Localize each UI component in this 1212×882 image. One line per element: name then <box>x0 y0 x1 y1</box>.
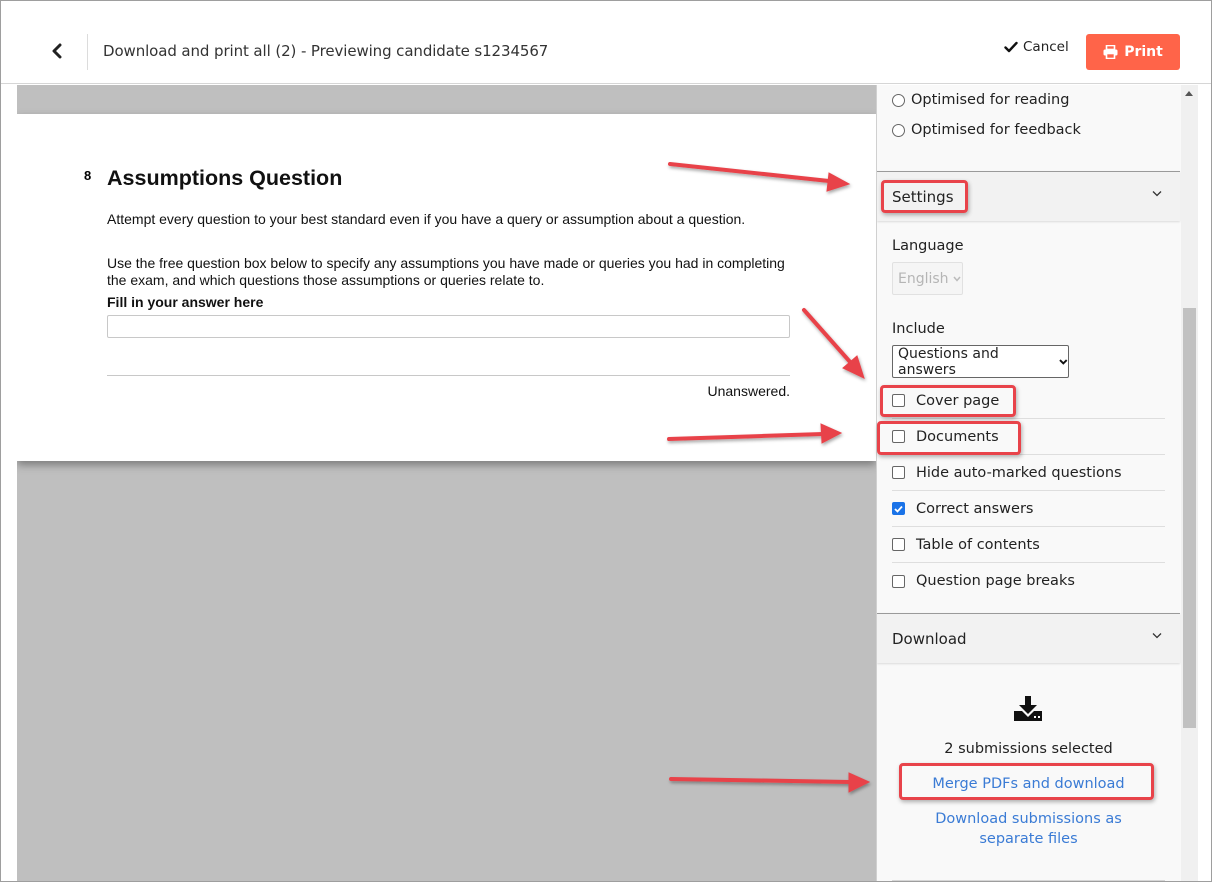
app-window: Download and print all (2) - Previewing … <box>0 0 1212 882</box>
checkbox[interactable] <box>892 430 905 443</box>
preview-page: 8 Assumptions Question Attempt every que… <box>17 114 876 461</box>
scroll-thumb[interactable] <box>1183 308 1196 728</box>
page-title: Download and print all (2) - Previewing … <box>103 42 549 60</box>
checkbox[interactable] <box>892 466 905 479</box>
checkbox-cover-page[interactable]: Cover page <box>892 383 1165 419</box>
sidebar-scrollbar[interactable] <box>1181 85 1198 881</box>
answer-label: Fill in your answer here <box>107 294 264 310</box>
language-select: English <box>892 262 963 295</box>
checkbox-correct-answers[interactable]: Correct answers <box>892 491 1165 527</box>
answer-status: Unanswered. <box>707 383 791 399</box>
include-value: Questions and answers <box>898 345 999 378</box>
checkbox[interactable] <box>892 538 905 551</box>
header-divider <box>87 34 88 70</box>
print-label: Print <box>1124 44 1163 60</box>
download-separate-link[interactable]: Download submissions as separate files <box>877 809 1180 849</box>
chevron-down-icon <box>1059 358 1068 365</box>
checkbox[interactable] <box>892 574 905 588</box>
print-button[interactable]: Print <box>1086 34 1180 70</box>
language-value: English <box>898 270 949 287</box>
window-edge <box>1198 85 1211 881</box>
checkbox-label: Hide auto-marked questions <box>916 464 1122 481</box>
back-button[interactable] <box>45 37 69 65</box>
radio-optimised-reading[interactable]: Optimised for reading <box>892 92 1069 108</box>
printer-icon <box>1103 45 1118 59</box>
checkbox-question-page-breaks[interactable]: Question page breaks <box>892 563 1165 599</box>
radio-button[interactable] <box>892 123 905 137</box>
answer-divider <box>107 375 790 376</box>
checkbox-label: Cover page <box>916 392 1000 409</box>
radio-optimised-feedback[interactable]: Optimised for feedback <box>892 122 1081 138</box>
chevron-down-icon <box>1152 191 1162 197</box>
scroll-up-arrow-icon[interactable] <box>1185 91 1193 96</box>
settings-section-header[interactable]: Settings <box>877 171 1180 221</box>
checkbox-table-of-contents[interactable]: Table of contents <box>892 527 1165 563</box>
checkbox-label: Documents <box>916 428 999 445</box>
download-section-header[interactable]: Download <box>877 613 1180 663</box>
chevron-left-icon <box>52 43 62 59</box>
checkbox-checked[interactable] <box>892 502 905 515</box>
download-header-label: Download <box>892 630 967 648</box>
checkbox-label: Table of contents <box>916 536 1040 553</box>
cancel-label: Cancel <box>1023 39 1069 55</box>
checkbox-documents[interactable]: Documents <box>892 419 1165 455</box>
divider <box>892 880 1165 881</box>
checkbox-label: Question page breaks <box>916 573 1075 589</box>
question-number: 8 <box>84 168 92 183</box>
answer-field <box>107 315 790 338</box>
radio-label: Optimised for feedback <box>911 122 1081 138</box>
question-description: Use the free question box below to speci… <box>107 255 785 288</box>
submissions-count: 2 submissions selected <box>944 741 1113 757</box>
print-settings-panel: Optimised for reading Optimised for feed… <box>876 85 1181 881</box>
cancel-button[interactable]: Cancel <box>1004 39 1069 55</box>
language-label: Language <box>892 238 964 254</box>
radio-label: Optimised for reading <box>911 92 1070 108</box>
checkbox-label: Correct answers <box>916 500 1034 517</box>
download-icon <box>1014 696 1042 721</box>
question-title: Assumptions Question <box>107 166 343 190</box>
checkmark-icon <box>894 505 903 513</box>
merge-pdfs-link[interactable]: Merge PDFs and download <box>877 774 1180 794</box>
include-label: Include <box>892 321 945 337</box>
document-preview: 8 Assumptions Question Attempt every que… <box>17 85 876 881</box>
checkbox-hide-auto-marked[interactable]: Hide auto-marked questions <box>892 455 1165 491</box>
checkmark-icon <box>1004 41 1018 53</box>
question-instruction: Attempt every question to your best stan… <box>107 211 746 227</box>
top-bar: Download and print all (2) - Previewing … <box>1 1 1211 84</box>
settings-header-label: Settings <box>892 188 954 206</box>
chevron-down-icon <box>952 276 961 282</box>
include-select[interactable]: Questions and answers <box>892 345 1069 378</box>
radio-button[interactable] <box>892 93 905 107</box>
chevron-down-icon <box>1152 633 1162 639</box>
checkbox[interactable] <box>892 394 905 407</box>
